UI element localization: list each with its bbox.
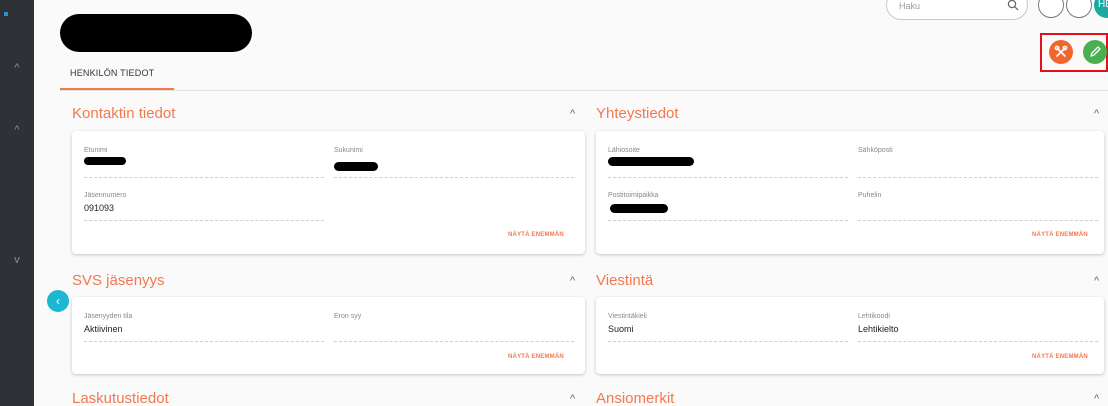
rail-chevron-up-icon[interactable]: ^ [0, 122, 34, 138]
section-title-details: Yhteystiedot [596, 105, 679, 122]
membership-status-field[interactable] [84, 341, 324, 342]
magazine-label: Lehtikoodi [858, 313, 890, 320]
rail-chevron-down-icon[interactable]: v [0, 252, 34, 268]
member-number-field[interactable] [84, 220, 324, 221]
redaction-mark [610, 204, 668, 213]
show-more-details-button[interactable]: NÄYTÄ ENEMMÄN [1032, 232, 1088, 238]
language-label: Viestintäkieli [608, 313, 647, 320]
show-more-contact-button[interactable]: NÄYTÄ ENEMMÄN [508, 232, 564, 238]
redaction-mark [608, 157, 694, 166]
redaction-mark [84, 157, 126, 165]
tools-icon[interactable] [1049, 40, 1073, 64]
membership-status-value: Aktiivinen [84, 324, 123, 334]
collapse-panel-chevron-left-icon[interactable]: ‹ [47, 290, 69, 312]
tab-label: HENKILÖN TIEDOT [70, 68, 155, 78]
pencil-icon[interactable] [1083, 40, 1107, 64]
resignation-reason-field[interactable] [334, 341, 574, 342]
collapse-badges-chevron-up-icon[interactable]: ^ [1094, 393, 1099, 405]
person-name-redacted [60, 14, 252, 52]
magazine-field[interactable] [858, 341, 1098, 342]
show-more-membership-button[interactable]: NÄYTÄ ENEMMÄN [508, 354, 564, 360]
show-more-communication-button[interactable]: NÄYTÄ ENEMMÄN [1032, 354, 1088, 360]
postal-label: Postitoimipaikka [608, 192, 659, 199]
rail-indicator [4, 12, 8, 16]
collapse-details-chevron-up-icon[interactable]: ^ [1094, 108, 1099, 120]
address-label: Lähiosoite [608, 147, 640, 154]
language-field[interactable] [608, 341, 848, 342]
section-title-contact: Kontaktin tiedot [72, 105, 176, 122]
search-icon [1007, 0, 1019, 14]
first-name-field[interactable] [84, 177, 324, 178]
member-number-value: 091093 [84, 203, 115, 213]
collapse-billing-chevron-up-icon[interactable]: ^ [570, 393, 575, 405]
address-field[interactable] [608, 177, 848, 178]
redaction-mark [334, 162, 378, 171]
rail-chevron-up-icon[interactable]: ^ [0, 60, 34, 76]
collapse-contact-chevron-up-icon[interactable]: ^ [570, 108, 575, 120]
communication-card: Viestintäkieli Suomi Lehtikoodi Lehtikie… [596, 297, 1104, 374]
phone-label: Puhelin [858, 192, 882, 199]
last-name-label: Sukunimi [334, 147, 363, 154]
tab-divider [60, 90, 1108, 91]
postal-field[interactable] [608, 220, 848, 221]
language-value: Suomi [608, 324, 634, 334]
search-placeholder: Haku [899, 1, 921, 11]
side-rail: ^ ^ v [0, 0, 34, 406]
tab-henkilon-tiedot[interactable]: HENKILÖN TIEDOT [60, 60, 174, 90]
section-title-communication: Viestintä [596, 272, 654, 289]
collapse-membership-chevron-up-icon[interactable]: ^ [570, 275, 575, 287]
section-title-membership: SVS jäsenyys [72, 272, 165, 289]
details-card: Lähiosoite Sähköposti Postitoimipaikka P… [596, 131, 1104, 254]
membership-status-label: Jäsenyyden tila [84, 313, 133, 320]
membership-card: Jäsenyyden tila Aktiivinen Eron syy NÄYT… [72, 297, 585, 374]
resignation-reason-label: Eron syy [334, 313, 362, 320]
section-title-badges: Ansiomerkit [596, 390, 675, 406]
magazine-value: Lehtikielto [858, 324, 899, 334]
contact-card: Etunimi Sukunimi Jäsennumero 091093 NÄYT… [72, 131, 585, 254]
first-name-label: Etunimi [84, 147, 108, 154]
member-number-label: Jäsennumero [84, 192, 127, 199]
last-name-field[interactable] [334, 177, 574, 178]
phone-field[interactable] [858, 220, 1098, 221]
email-label: Sähköposti [858, 147, 893, 154]
section-title-billing: Laskutustiedot [72, 390, 169, 406]
collapse-communication-chevron-up-icon[interactable]: ^ [1094, 275, 1099, 287]
search-input[interactable]: Haku [886, 0, 1028, 20]
email-field[interactable] [858, 177, 1098, 178]
